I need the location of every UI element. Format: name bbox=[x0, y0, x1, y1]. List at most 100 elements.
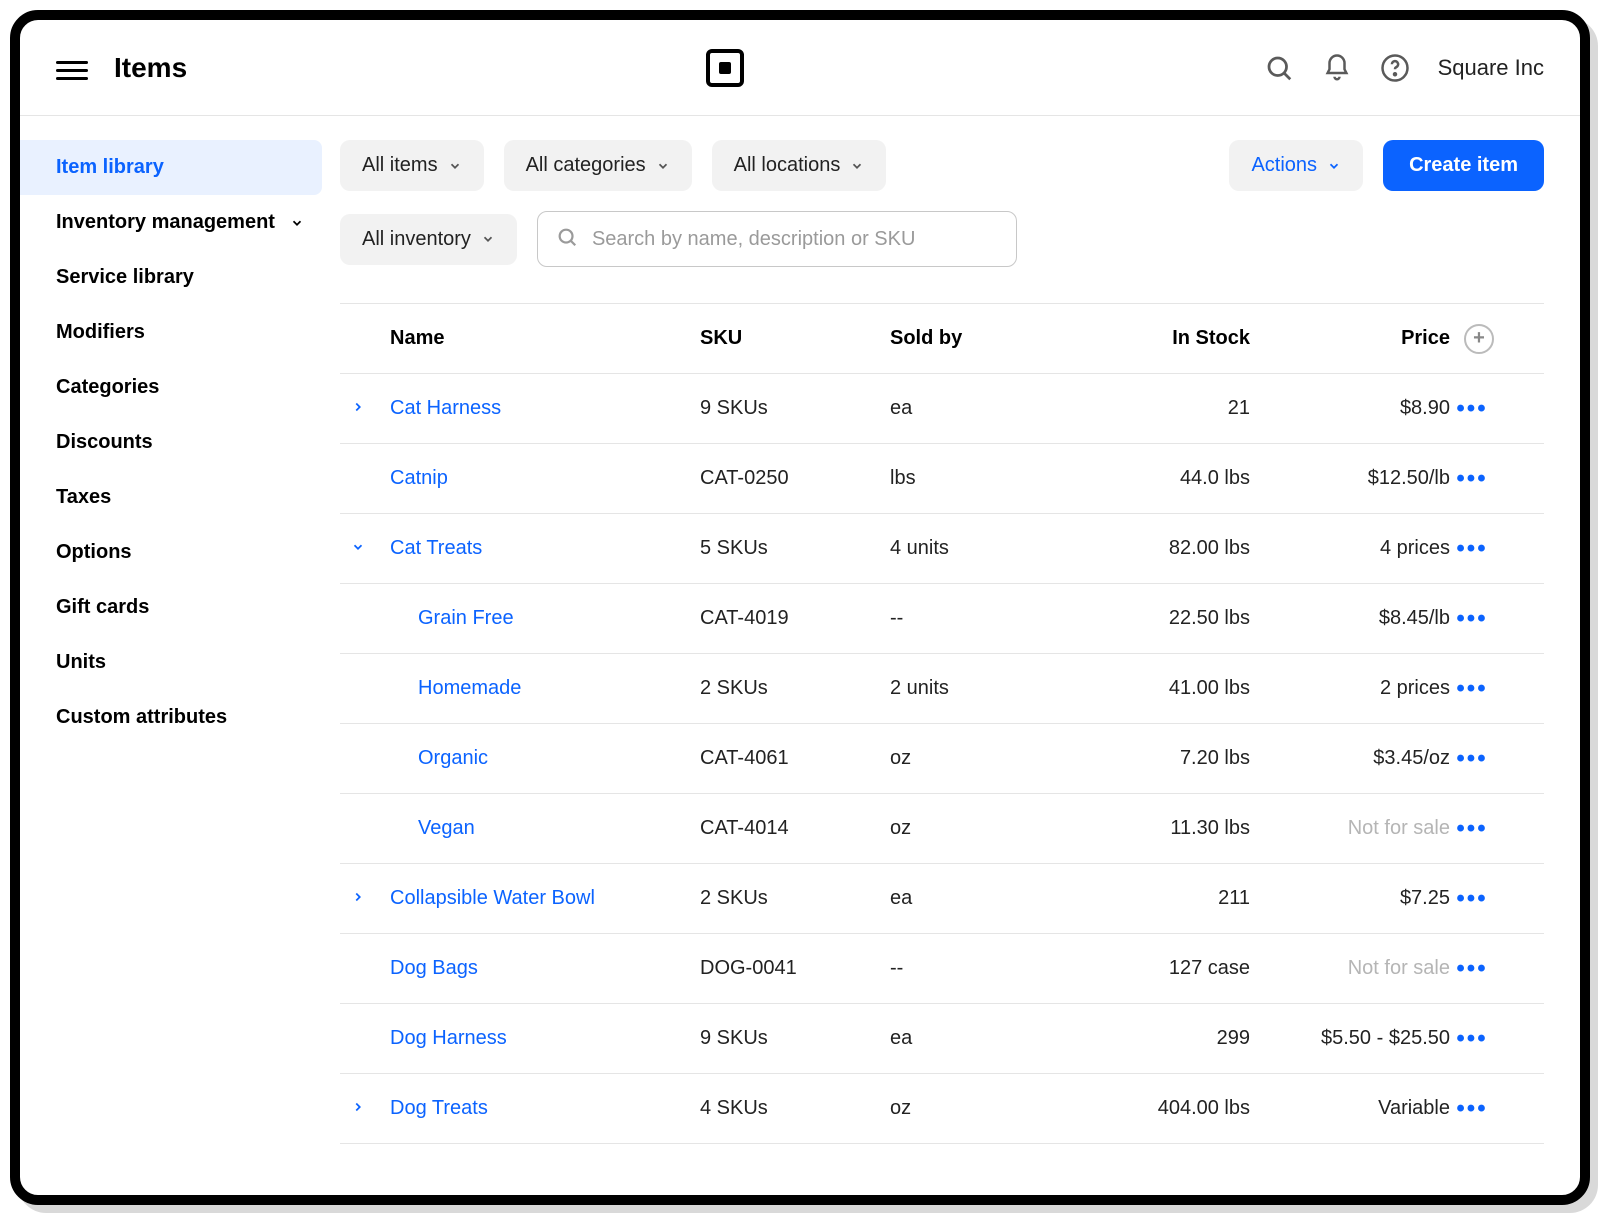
sidebar-item-item-library[interactable]: Item library bbox=[20, 140, 322, 195]
item-price: Variable bbox=[1250, 1097, 1450, 1120]
row-more-icon[interactable]: ••• bbox=[1450, 605, 1494, 633]
row-more-icon[interactable]: ••• bbox=[1450, 675, 1494, 703]
filter-label: All categories bbox=[526, 154, 646, 177]
item-price: $7.25 bbox=[1250, 887, 1450, 910]
help-icon[interactable] bbox=[1380, 53, 1410, 83]
row-more-icon[interactable]: ••• bbox=[1450, 1095, 1494, 1123]
sidebar-item-label: Discounts bbox=[56, 431, 153, 454]
item-instock: 7.20 lbs bbox=[1070, 747, 1250, 770]
search-input[interactable] bbox=[592, 228, 998, 251]
table-row[interactable]: Cat Treats5 SKUs4 units82.00 lbs4 prices… bbox=[340, 514, 1544, 584]
item-name[interactable]: Grain Free bbox=[390, 607, 700, 630]
item-sku: CAT-4014 bbox=[700, 817, 890, 840]
item-name[interactable]: Vegan bbox=[390, 817, 700, 840]
table-row[interactable]: VeganCAT-4014oz11.30 lbsNot for sale••• bbox=[340, 794, 1544, 864]
item-sku: DOG-0041 bbox=[700, 957, 890, 980]
row-more-icon[interactable]: ••• bbox=[1450, 465, 1494, 493]
item-sku: 9 SKUs bbox=[700, 397, 890, 420]
sidebar-item-modifiers[interactable]: Modifiers bbox=[20, 305, 340, 360]
sidebar-item-label: Units bbox=[56, 651, 106, 674]
item-name[interactable]: Dog Harness bbox=[390, 1027, 700, 1050]
item-name[interactable]: Cat Treats bbox=[390, 537, 700, 560]
sidebar-item-inventory-management[interactable]: Inventory management bbox=[20, 195, 340, 250]
row-more-icon[interactable]: ••• bbox=[1450, 395, 1494, 423]
item-instock: 44.0 lbs bbox=[1070, 467, 1250, 490]
table-row[interactable]: Collapsible Water Bowl2 SKUsea211$7.25••… bbox=[340, 864, 1544, 934]
row-more-icon[interactable]: ••• bbox=[1450, 955, 1494, 983]
col-instock: In Stock bbox=[1070, 327, 1250, 350]
table-row[interactable]: CatnipCAT-0250lbs44.0 lbs$12.50/lb••• bbox=[340, 444, 1544, 514]
filter-label: All locations bbox=[734, 154, 841, 177]
sidebar-item-options[interactable]: Options bbox=[20, 525, 340, 580]
filter-row-2: All inventory bbox=[340, 211, 1544, 267]
table-row[interactable]: Dog Harness9 SKUsea299$5.50 - $25.50••• bbox=[340, 1004, 1544, 1074]
col-soldby: Sold by bbox=[890, 327, 1070, 350]
sidebar-item-label: Gift cards bbox=[56, 596, 149, 619]
expand-caret-icon[interactable] bbox=[346, 887, 370, 910]
sidebar-item-gift-cards[interactable]: Gift cards bbox=[20, 580, 340, 635]
sidebar-item-taxes[interactable]: Taxes bbox=[20, 470, 340, 525]
sidebar-item-discounts[interactable]: Discounts bbox=[20, 415, 340, 470]
item-price: Not for sale bbox=[1250, 817, 1450, 840]
button-label: Create item bbox=[1409, 154, 1518, 177]
sidebar-item-categories[interactable]: Categories bbox=[20, 360, 340, 415]
row-more-icon[interactable]: ••• bbox=[1450, 885, 1494, 913]
item-instock: 127 case bbox=[1070, 957, 1250, 980]
item-instock: 22.50 lbs bbox=[1070, 607, 1250, 630]
expand-caret-icon[interactable] bbox=[346, 1097, 370, 1120]
item-soldby: ea bbox=[890, 397, 1070, 420]
item-sku: 9 SKUs bbox=[700, 1027, 890, 1050]
item-instock: 404.00 lbs bbox=[1070, 1097, 1250, 1120]
add-column-button[interactable]: + bbox=[1464, 324, 1494, 354]
filter-all-items[interactable]: All items bbox=[340, 140, 484, 191]
item-name[interactable]: Collapsible Water Bowl bbox=[390, 887, 700, 910]
page-title: Items bbox=[114, 52, 187, 84]
table-row[interactable]: OrganicCAT-4061oz7.20 lbs$3.45/oz••• bbox=[340, 724, 1544, 794]
expand-caret-icon[interactable] bbox=[346, 397, 370, 420]
table-row[interactable]: Grain FreeCAT-4019--22.50 lbs$8.45/lb••• bbox=[340, 584, 1544, 654]
item-name[interactable]: Organic bbox=[390, 747, 700, 770]
hamburger-icon[interactable] bbox=[56, 56, 88, 80]
actions-button[interactable]: Actions bbox=[1229, 140, 1363, 191]
item-name[interactable]: Dog Treats bbox=[390, 1097, 700, 1120]
topbar-center bbox=[213, 49, 1237, 87]
item-name[interactable]: Catnip bbox=[390, 467, 700, 490]
row-more-icon[interactable]: ••• bbox=[1450, 535, 1494, 563]
item-soldby: 4 units bbox=[890, 537, 1070, 560]
item-soldby: ea bbox=[890, 887, 1070, 910]
sidebar-item-label: Inventory management bbox=[56, 211, 275, 234]
item-name[interactable]: Homemade bbox=[390, 677, 700, 700]
search-box[interactable] bbox=[537, 211, 1017, 267]
col-name: Name bbox=[390, 327, 700, 350]
row-more-icon[interactable]: ••• bbox=[1450, 815, 1494, 843]
item-sku: CAT-4019 bbox=[700, 607, 890, 630]
sidebar-item-custom-attributes[interactable]: Custom attributes bbox=[20, 690, 340, 745]
filter-all-categories[interactable]: All categories bbox=[504, 140, 692, 191]
sidebar-item-label: Options bbox=[56, 541, 132, 564]
bell-icon[interactable] bbox=[1322, 53, 1352, 83]
filter-all-locations[interactable]: All locations bbox=[712, 140, 887, 191]
item-soldby: 2 units bbox=[890, 677, 1070, 700]
chevron-down-icon bbox=[1327, 159, 1341, 173]
item-name[interactable]: Cat Harness bbox=[390, 397, 700, 420]
sidebar-item-service-library[interactable]: Service library bbox=[20, 250, 340, 305]
item-sku: 4 SKUs bbox=[700, 1097, 890, 1120]
item-name[interactable]: Dog Bags bbox=[390, 957, 700, 980]
table-row[interactable]: Homemade2 SKUs2 units41.00 lbs2 prices••… bbox=[340, 654, 1544, 724]
org-name[interactable]: Square Inc bbox=[1438, 55, 1544, 81]
filter-all-inventory[interactable]: All inventory bbox=[340, 214, 517, 265]
expand-caret-icon[interactable] bbox=[346, 537, 370, 560]
table-row[interactable]: Dog BagsDOG-0041--127 caseNot for sale••… bbox=[340, 934, 1544, 1004]
create-item-button[interactable]: Create item bbox=[1383, 140, 1544, 191]
item-instock: 82.00 lbs bbox=[1070, 537, 1250, 560]
sidebar-item-units[interactable]: Units bbox=[20, 635, 340, 690]
item-price: 4 prices bbox=[1250, 537, 1450, 560]
row-more-icon[interactable]: ••• bbox=[1450, 745, 1494, 773]
col-price: Price bbox=[1250, 327, 1450, 350]
row-more-icon[interactable]: ••• bbox=[1450, 1025, 1494, 1053]
search-icon[interactable] bbox=[1264, 53, 1294, 83]
table-row[interactable]: Dog Treats4 SKUsoz404.00 lbsVariable••• bbox=[340, 1074, 1544, 1144]
table-row[interactable]: Cat Harness9 SKUsea21$8.90••• bbox=[340, 374, 1544, 444]
item-instock: 41.00 lbs bbox=[1070, 677, 1250, 700]
item-instock: 299 bbox=[1070, 1027, 1250, 1050]
